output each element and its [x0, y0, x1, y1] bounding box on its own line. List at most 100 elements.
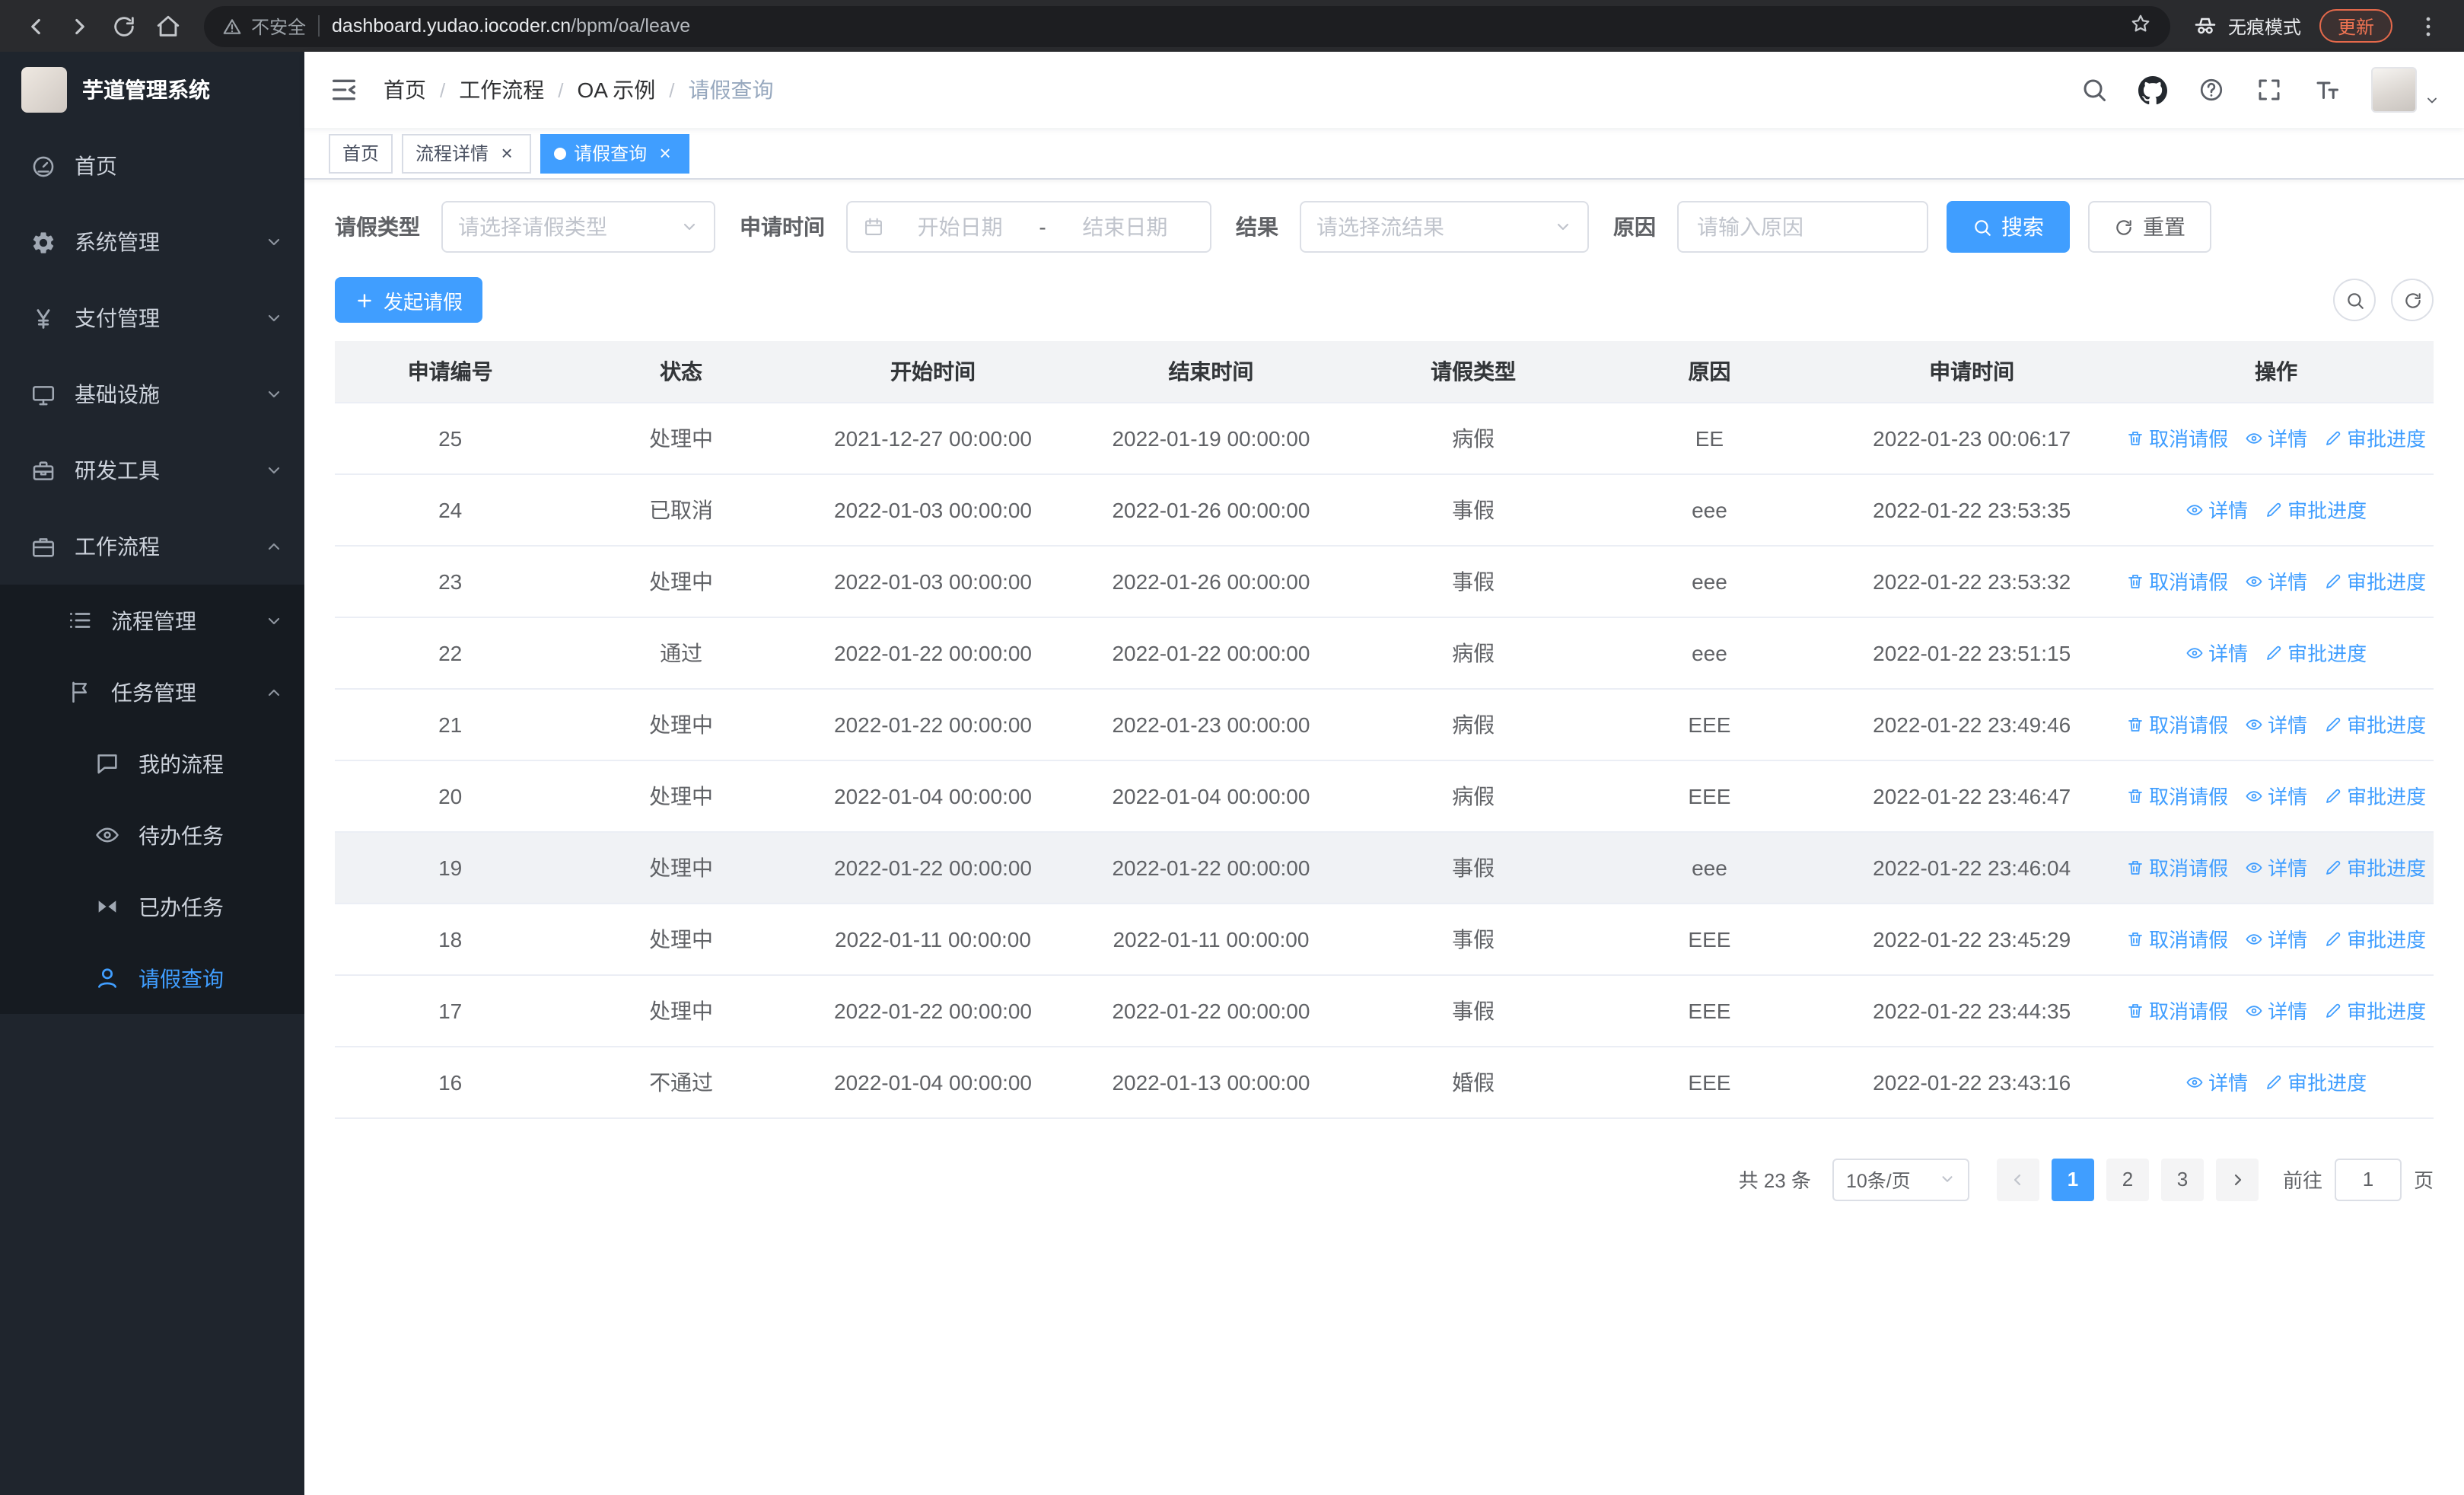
cancel-leave-link[interactable]: 取消请假: [2126, 996, 2228, 1025]
close-icon[interactable]: ×: [496, 142, 517, 164]
sidebar-item-process-management[interactable]: 流程管理: [0, 585, 304, 656]
sidebar-item-infrastructure[interactable]: 基础设施: [0, 356, 304, 432]
tab-leave-query[interactable]: 请假查询 ×: [540, 133, 690, 173]
cell-start-time: 2022-01-22 00:00:00: [796, 688, 1070, 760]
top-navbar: 首页 / 工作流程 / OA 示例 / 请假查询: [304, 52, 2464, 128]
approval-progress-link[interactable]: 审批进度: [2265, 495, 2367, 524]
apply-time-range-picker[interactable]: 开始日期 - 结束日期: [846, 201, 1211, 253]
page-number-1[interactable]: 1: [2051, 1158, 2094, 1200]
approval-progress-link[interactable]: 审批进度: [2324, 566, 2426, 595]
col-header-actions: 操作: [2119, 341, 2434, 403]
detail-link[interactable]: 详情: [2185, 1067, 2248, 1096]
address-bar[interactable]: 不安全 dashboard.yudao.iocoder.cn/bpm/oa/le…: [204, 5, 2170, 46]
sidebar-item-my-process[interactable]: 我的流程: [0, 728, 304, 799]
cell-end-time: 2022-01-23 00:00:00: [1069, 688, 1353, 760]
font-size-icon[interactable]: [2313, 76, 2341, 104]
reason-input[interactable]: [1677, 201, 1928, 253]
approval-progress-link[interactable]: 审批进度: [2265, 1067, 2367, 1096]
toggle-search-button[interactable]: [2333, 279, 2376, 321]
sidebar-item-leave-query[interactable]: 请假查询: [0, 942, 304, 1014]
cancel-leave-link[interactable]: 取消请假: [2126, 853, 2228, 881]
app-logo[interactable]: 芋道管理系统: [0, 52, 304, 128]
result-select[interactable]: 请选择流结果: [1300, 201, 1589, 253]
cancel-leave-link[interactable]: 取消请假: [2126, 924, 2228, 953]
end-date-placeholder[interactable]: 结束日期: [1055, 212, 1195, 242]
security-label: 不安全: [251, 16, 307, 37]
security-status[interactable]: 不安全: [222, 13, 306, 39]
fullscreen-icon[interactable]: [2255, 76, 2283, 104]
page-number-3[interactable]: 3: [2160, 1158, 2204, 1200]
search-icon[interactable]: [2080, 76, 2108, 104]
sidebar-item-payment[interactable]: 支付管理: [0, 280, 304, 356]
cell-start-time: 2022-01-04 00:00:00: [796, 760, 1070, 832]
search-button[interactable]: 搜索: [1947, 201, 2070, 253]
detail-link[interactable]: 详情: [2245, 709, 2307, 738]
breadcrumb-item-workflow[interactable]: 工作流程: [459, 75, 544, 105]
create-leave-button[interactable]: 发起请假: [335, 277, 483, 323]
close-icon[interactable]: ×: [654, 142, 676, 164]
detail-link[interactable]: 详情: [2245, 781, 2307, 810]
sidebar-item-workflow[interactable]: 工作流程: [0, 508, 304, 585]
browser-home-button[interactable]: [148, 5, 189, 46]
approval-progress-link[interactable]: 审批进度: [2324, 423, 2426, 452]
next-page-button[interactable]: [2215, 1158, 2259, 1200]
leave-type-select[interactable]: 请选择请假类型: [441, 201, 715, 253]
user-avatar[interactable]: [2371, 67, 2440, 113]
sidebar-item-todo-tasks[interactable]: 待办任务: [0, 799, 304, 871]
approval-progress-link[interactable]: 审批进度: [2324, 709, 2426, 738]
detail-link[interactable]: 详情: [2245, 566, 2307, 595]
detail-link[interactable]: 详情: [2245, 853, 2307, 881]
detail-link[interactable]: 详情: [2245, 996, 2307, 1025]
approval-progress-link[interactable]: 审批进度: [2324, 853, 2426, 881]
breadcrumb-item-home[interactable]: 首页: [384, 75, 426, 105]
cell-apply-time: 2022-01-22 23:53:35: [1825, 473, 2119, 546]
detail-link[interactable]: 详情: [2185, 495, 2248, 524]
start-date-placeholder[interactable]: 开始日期: [890, 212, 1030, 242]
approval-progress-link[interactable]: 审批进度: [2324, 924, 2426, 953]
cell-reason: EEE: [1593, 903, 1826, 975]
page-size-select[interactable]: 10条/页: [1832, 1158, 1969, 1200]
browser-menu-button[interactable]: [2408, 5, 2449, 46]
calendar-icon: [863, 216, 884, 237]
reset-button[interactable]: 重置: [2088, 201, 2211, 253]
sidebar-collapse-icon[interactable]: [329, 75, 359, 105]
bookmark-star-button[interactable]: [2129, 12, 2152, 40]
cell-status: 处理中: [565, 688, 797, 760]
chevron-left-icon: [2009, 1170, 2027, 1188]
breadcrumb-item-oa-example[interactable]: OA 示例: [578, 75, 656, 105]
browser-update-button[interactable]: 更新: [2319, 9, 2392, 43]
sidebar-item-done-tasks[interactable]: 已办任务: [0, 871, 304, 942]
cancel-leave-link[interactable]: 取消请假: [2126, 423, 2228, 452]
github-icon[interactable]: [2138, 75, 2167, 104]
col-header-end-time: 结束时间: [1069, 341, 1353, 403]
browser-forward-button[interactable]: [59, 5, 100, 46]
chevron-down-icon: [265, 611, 283, 630]
chevron-down-icon: [265, 309, 283, 327]
goto-page-input[interactable]: [2334, 1158, 2402, 1200]
prev-page-button[interactable]: [1996, 1158, 2039, 1200]
cell-status: 处理中: [565, 545, 797, 617]
cell-reason: eee: [1593, 545, 1826, 617]
eye-icon: [2245, 429, 2263, 447]
approval-progress-link[interactable]: 审批进度: [2265, 638, 2367, 667]
sidebar-item-task-management[interactable]: 任务管理: [0, 656, 304, 728]
refresh-table-button[interactable]: [2391, 279, 2434, 321]
tab-process-detail[interactable]: 流程详情 ×: [402, 133, 532, 173]
detail-link[interactable]: 详情: [2245, 924, 2307, 953]
eye-icon: [2185, 500, 2204, 518]
cancel-leave-link[interactable]: 取消请假: [2126, 566, 2228, 595]
cancel-leave-link[interactable]: 取消请假: [2126, 709, 2228, 738]
page-number-2[interactable]: 2: [2106, 1158, 2149, 1200]
tab-home[interactable]: 首页: [329, 133, 393, 173]
cancel-leave-link[interactable]: 取消请假: [2126, 781, 2228, 810]
sidebar-item-system[interactable]: 系统管理: [0, 204, 304, 280]
browser-back-button[interactable]: [15, 5, 56, 46]
browser-reload-button[interactable]: [103, 5, 145, 46]
detail-link[interactable]: 详情: [2245, 423, 2307, 452]
detail-link[interactable]: 详情: [2185, 638, 2248, 667]
approval-progress-link[interactable]: 审批进度: [2324, 781, 2426, 810]
sidebar-item-home[interactable]: 首页: [0, 128, 304, 204]
approval-progress-link[interactable]: 审批进度: [2324, 996, 2426, 1025]
help-icon[interactable]: [2198, 76, 2225, 104]
sidebar-item-devtools[interactable]: 研发工具: [0, 432, 304, 508]
